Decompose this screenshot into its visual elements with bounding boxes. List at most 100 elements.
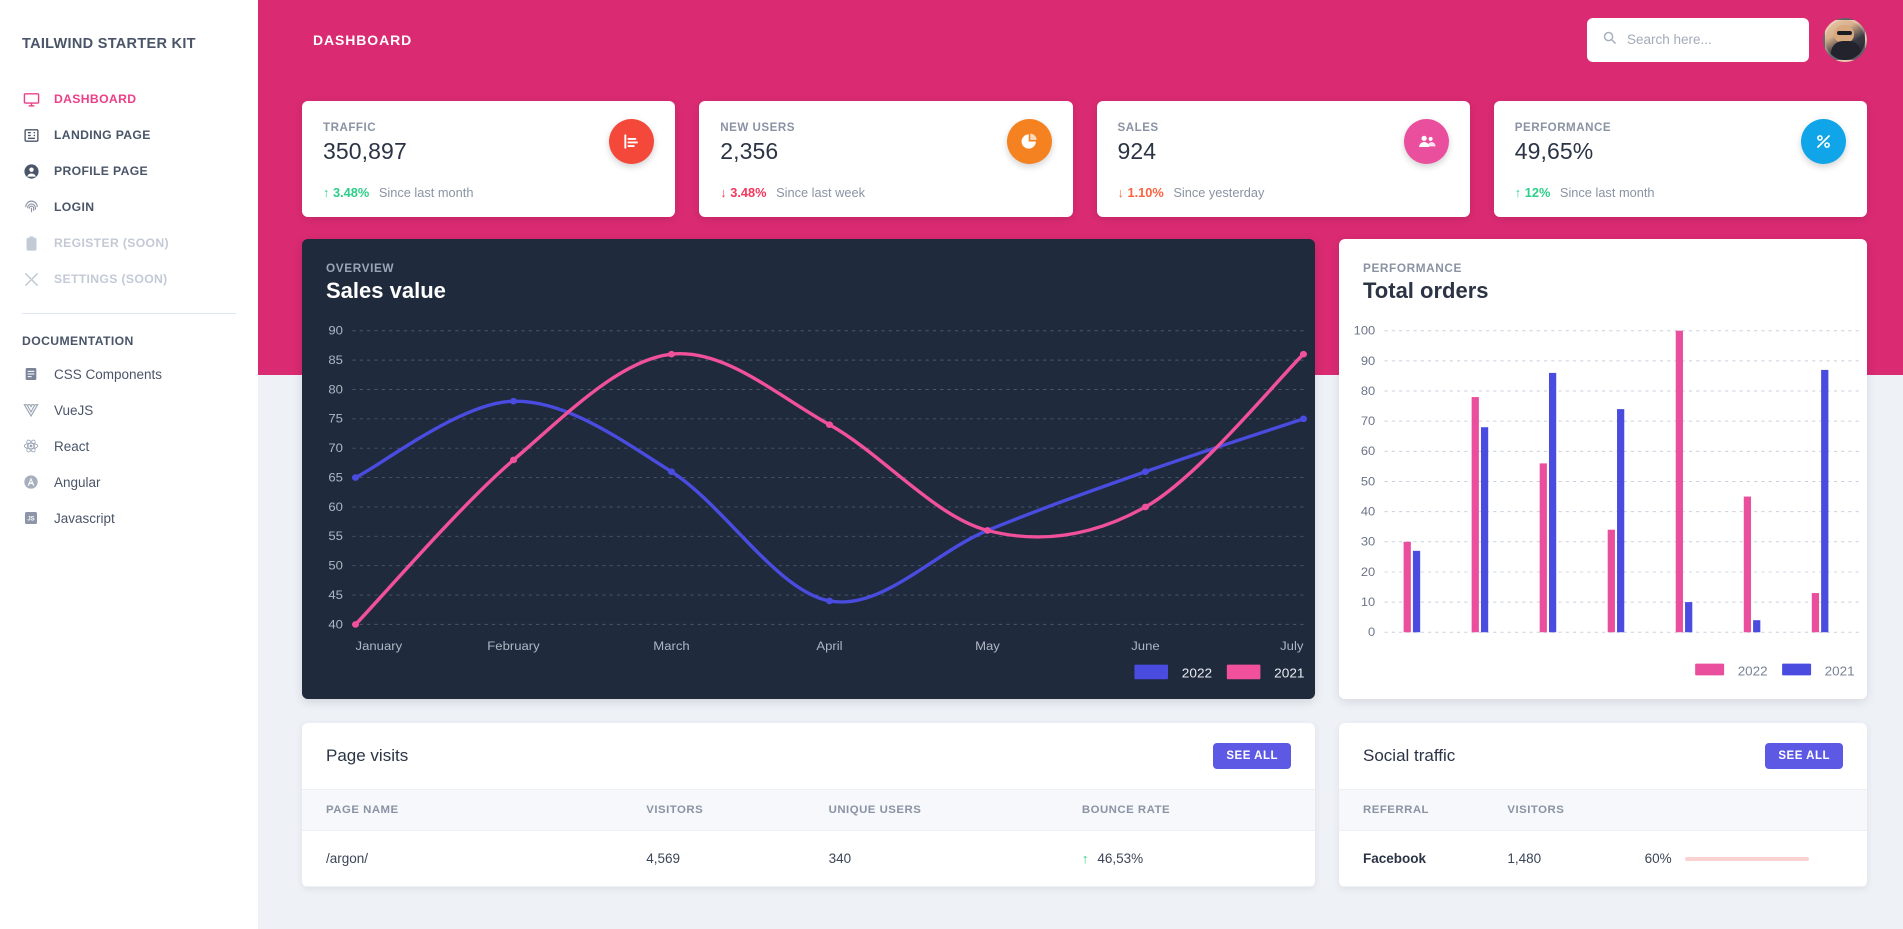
stat-period: Since last month	[378, 185, 474, 200]
chart-title: Sales value	[326, 278, 446, 303]
sales-value-chart-card: OVERVIEW Sales value 40 45 50 55 60 65 70 75 80 8…	[302, 239, 1315, 699]
svg-text:2022: 2022	[1182, 666, 1212, 680]
stat-delta: ↑ 3.48%	[323, 185, 373, 200]
stat-card-performance: PERFORMANCE 49,65% ↑ 12% Since last mont…	[1493, 101, 1867, 217]
chart-eyebrow: PERFORMANCE	[1363, 261, 1463, 275]
page-visits-title: Page visits	[326, 746, 409, 765]
cell-unique-users: 340	[818, 830, 1072, 887]
charts-row: OVERVIEW Sales value 40 45 50 55 60 65 70 75 80 8…	[258, 217, 1903, 699]
vuejs-icon	[22, 401, 40, 419]
sidebar-item-login[interactable]: LOGIN	[0, 189, 258, 225]
sidebar-item-label: SETTINGS (SOON)	[54, 272, 168, 287]
progress-bar	[1684, 856, 1809, 861]
stat-period: Since last week	[776, 185, 865, 200]
svg-text:March: March	[653, 639, 689, 653]
users-icon	[1403, 119, 1449, 164]
chart-eyebrow: OVERVIEW	[326, 261, 395, 275]
column-visitors: VISITORS	[636, 790, 819, 831]
svg-text:80: 80	[1361, 384, 1375, 398]
doc-item-vuejs[interactable]: VueJS	[0, 392, 258, 428]
documentation-title: DOCUMENTATION	[22, 334, 134, 349]
stat-delta-value: 1.10%	[1127, 185, 1164, 200]
svg-text:75: 75	[328, 412, 343, 426]
column-unique-users: UNIQUE USERS	[818, 790, 1072, 831]
stat-card-new-users: NEW USERS 2,356 ↓ 3.48% Since last week	[699, 101, 1073, 217]
sidebar-item-settings: SETTINGS (SOON)	[0, 261, 258, 297]
stat-delta: ↑ 12%	[1515, 185, 1554, 200]
cell-progress: 60%	[1634, 830, 1867, 887]
chart-title: Total orders	[1363, 278, 1489, 303]
clipboard-icon	[22, 234, 40, 252]
svg-text:30: 30	[1361, 535, 1375, 549]
sidebar-item-dashboard[interactable]: DASHBOARD	[0, 81, 258, 117]
social-traffic-see-all-button[interactable]: SEE ALL	[1765, 743, 1843, 769]
svg-text:70: 70	[1361, 414, 1375, 428]
css-icon	[22, 365, 40, 383]
svg-text:45: 45	[328, 588, 343, 602]
sidebar-item-label: LANDING PAGE	[54, 128, 151, 143]
table-row: /argon/ 4,569 340 ↑ 46,53%	[302, 830, 1315, 887]
table-header-row: REFERRAL VISITORS	[1339, 790, 1867, 831]
user-circle-icon	[22, 162, 40, 180]
stat-label: PERFORMANCE	[1514, 121, 1612, 134]
page-visits-header: Page visits SEE ALL	[302, 723, 1315, 790]
doc-item-javascript[interactable]: JS Javascript	[0, 500, 258, 536]
main-area: DASHBOARD TRAFFIC 350,897	[258, 0, 1903, 929]
stat-value: 2,356	[720, 138, 779, 164]
stat-value: 924	[1117, 138, 1157, 164]
column-visitors: VISITORS	[1497, 790, 1635, 831]
documentation-nav: CSS Components VueJS React Angular JS Ja…	[0, 356, 258, 536]
svg-text:80: 80	[328, 383, 343, 397]
brand-title: TAILWIND STARTER KIT	[22, 36, 196, 52]
page-visits-card: Page visits SEE ALL PAGE NAME VISITORS U…	[302, 723, 1315, 887]
cell-visitors: 4,569	[636, 830, 819, 887]
svg-text:40: 40	[328, 618, 343, 632]
social-traffic-table: REFERRAL VISITORS Facebook 1,480 60%	[1339, 790, 1867, 887]
doc-item-label: Javascript	[54, 510, 115, 526]
stat-delta-value: 3.48%	[730, 185, 767, 200]
doc-item-label: CSS Components	[54, 366, 163, 382]
social-traffic-header: Social traffic SEE ALL	[1339, 723, 1867, 790]
top-bar: DASHBOARD	[258, 0, 1903, 79]
main-content: DASHBOARD TRAFFIC 350,897	[258, 0, 1903, 929]
arrow-up-icon: ↑	[1514, 185, 1522, 200]
stat-label: NEW USERS	[720, 121, 795, 134]
doc-item-css-components[interactable]: CSS Components	[0, 356, 258, 392]
sidebar-item-profile-page[interactable]: PROFILE PAGE	[0, 153, 258, 189]
percent-icon	[1801, 119, 1846, 164]
breadcrumb: DASHBOARD	[313, 31, 413, 48]
stat-delta: ↓ 1.10%	[1118, 185, 1168, 200]
column-bounce-rate: BOUNCE RATE	[1071, 790, 1315, 831]
angular-icon	[22, 473, 40, 491]
doc-item-angular[interactable]: Angular	[0, 464, 258, 500]
doc-item-react[interactable]: React	[0, 428, 258, 464]
svg-text:90: 90	[328, 324, 343, 338]
stat-delta: ↓ 3.48%	[720, 185, 770, 200]
svg-text:0: 0	[1368, 625, 1375, 639]
column-page-name: PAGE NAME	[302, 790, 637, 831]
stat-footer: ↑ 12% Since last month	[1515, 185, 1846, 200]
stat-period: Since last month	[1559, 185, 1655, 200]
search-box[interactable]	[1587, 17, 1809, 62]
sidebar: TAILWIND STARTER KIT DASHBOARD LANDING P…	[0, 0, 258, 929]
arrow-up-icon: ↑	[1081, 851, 1089, 866]
arrow-down-icon: ↓	[1117, 185, 1124, 200]
sidebar-item-label: PROFILE PAGE	[54, 164, 149, 179]
chart-bar-icon	[609, 119, 655, 164]
table-row: Facebook 1,480 60%	[1339, 830, 1867, 887]
doc-item-label: VueJS	[54, 402, 94, 418]
chart-pie-icon	[1006, 119, 1052, 164]
svg-text:50: 50	[328, 559, 343, 573]
sidebar-item-landing-page[interactable]: LANDING PAGE	[0, 117, 258, 153]
sidebar-item-register: REGISTER (SOON)	[0, 225, 258, 261]
social-traffic-title: Social traffic	[1363, 746, 1456, 765]
sidebar-item-label: REGISTER (SOON)	[54, 236, 169, 251]
cell-referral: Facebook	[1339, 830, 1498, 887]
page-visits-see-all-button[interactable]: SEE ALL	[1213, 743, 1291, 769]
stat-delta-value: 3.48%	[332, 185, 370, 200]
social-traffic-card: Social traffic SEE ALL REFERRAL VISITORS	[1339, 723, 1867, 887]
stat-footer: ↑ 3.48% Since last month	[323, 185, 654, 200]
cell-visitors: 1,480	[1497, 830, 1635, 887]
avatar[interactable]	[1823, 17, 1867, 62]
search-input[interactable]	[1627, 32, 1794, 47]
